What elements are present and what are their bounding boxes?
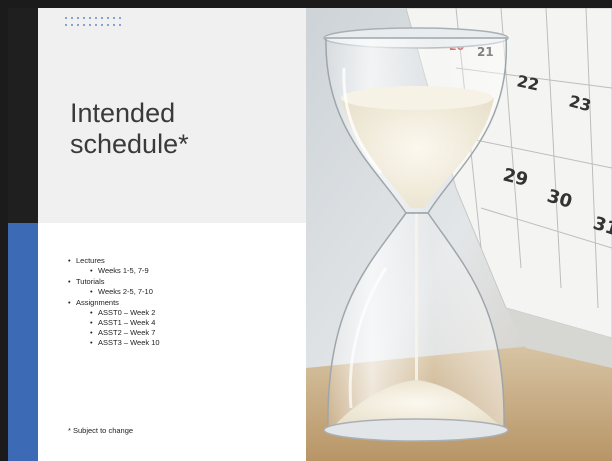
left-accent-strip <box>8 223 38 461</box>
slide: Intended schedule* Lectures Weeks 1-5, 7… <box>8 8 612 461</box>
dot-pattern-decoration <box>65 17 121 26</box>
schedule-bullet-list: Lectures Weeks 1-5, 7-9 Tutorials Weeks … <box>68 256 298 349</box>
left-dark-strip <box>8 8 38 223</box>
sub-list-item: ASST1 – Week 4 <box>90 318 298 328</box>
bullet-label-lectures: Lectures <box>76 256 105 265</box>
footnote: * Subject to change <box>68 426 134 435</box>
sub-list-item: Weeks 2-5, 7-10 <box>90 287 298 297</box>
bullet-label-tutorials: Tutorials <box>76 277 105 286</box>
list-item: Tutorials Weeks 2-5, 7-10 <box>68 277 298 297</box>
sub-list-item: Weeks 1-5, 7-9 <box>90 266 298 276</box>
slide-title: Intended schedule* <box>70 98 189 159</box>
sub-list-item: ASST3 – Week 10 <box>90 338 298 348</box>
sub-list-item: ASST2 – Week 7 <box>90 328 298 338</box>
list-item: Lectures Weeks 1-5, 7-9 <box>68 256 298 276</box>
sub-list-item: ASST0 – Week 2 <box>90 308 298 318</box>
bullet-label-assignments: Assignments <box>76 298 119 307</box>
list-item: Assignments ASST0 – Week 2 ASST1 – Week … <box>68 298 298 348</box>
hourglass-calendar-photo: 19 20 21 22 23 29 30 31 <box>306 8 612 461</box>
